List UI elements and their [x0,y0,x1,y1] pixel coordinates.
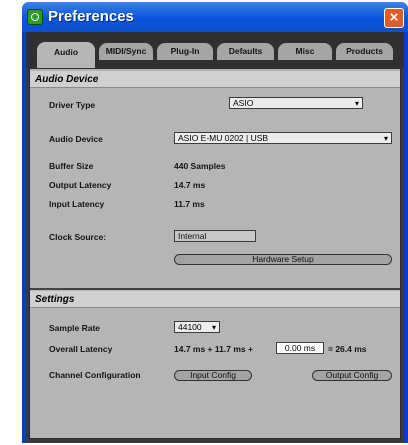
buffer-size-label: Buffer Size [49,161,94,171]
overall-latency-input[interactable]: 0.00 ms [276,342,324,354]
preferences-window: Preferences × Audio MIDI/Sync Plug-In De… [22,2,408,443]
output-latency-label: Output Latency [49,180,112,190]
tab-midi-sync[interactable]: MIDI/Sync [99,43,153,60]
audio-device-value: ASIO E-MU 0202 | USB [178,133,269,143]
audio-preferences-panel: Audio Device Driver Type ASIO ▾ Audio De… [29,68,401,439]
chevron-down-icon: ▾ [383,134,388,143]
sample-rate-label: Sample Rate [49,323,101,333]
driver-type-label: Driver Type [49,100,96,110]
buffer-size-value: 440 Samples [174,161,226,171]
channel-configuration-label: Channel Configuration [49,370,141,380]
overall-latency-label: Overall Latency [49,344,113,354]
input-latency-label: Input Latency [49,199,105,209]
clock-source-label: Clock Source: [49,232,107,242]
tab-products[interactable]: Products [336,43,393,60]
tab-bar: Audio MIDI/Sync Plug-In Defaults Misc Pr… [26,32,404,68]
chevron-down-icon: ▾ [354,99,359,108]
output-config-button[interactable]: Output Config [312,370,392,381]
overall-latency-total: = 26.4 ms [328,344,367,354]
audio-device-dropdown[interactable]: ASIO E-MU 0202 | USB ▾ [174,132,392,144]
clock-source-field[interactable]: Internal [174,230,256,242]
hardware-setup-button[interactable]: Hardware Setup [174,254,392,265]
settings-header: Settings [30,291,400,308]
tab-plug-in[interactable]: Plug-In [157,43,213,60]
audio-device-header: Audio Device [30,71,400,88]
audio-device-label: Audio Device [49,134,103,144]
input-config-button[interactable]: Input Config [174,370,252,381]
app-icon [27,9,43,25]
overall-latency-prefix: 14.7 ms + 11.7 ms + [174,344,253,354]
driver-type-value: ASIO [233,98,254,108]
close-icon[interactable]: × [384,8,404,28]
title-bar[interactable]: Preferences × [22,2,408,32]
driver-type-dropdown[interactable]: ASIO ▾ [229,97,363,109]
sample-rate-value: 44100 [178,322,202,332]
window-title: Preferences [48,8,134,25]
output-latency-value: 14.7 ms [174,180,206,190]
sample-rate-dropdown[interactable]: 44100 ▾ [174,321,220,333]
input-latency-value: 11.7 ms [174,199,205,209]
tab-misc[interactable]: Misc [278,43,332,60]
preferences-content: Audio MIDI/Sync Plug-In Defaults Misc Pr… [26,32,404,443]
section-divider [30,288,400,290]
chevron-down-icon: ▾ [211,323,216,332]
tab-audio[interactable]: Audio [37,42,95,68]
tab-defaults[interactable]: Defaults [217,43,274,60]
